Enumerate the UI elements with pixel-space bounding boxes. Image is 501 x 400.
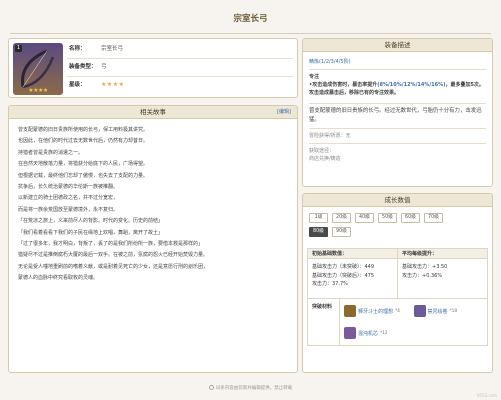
stat-line: 攻击力：37.7% [312,281,348,287]
stats-title: 成长数值 [384,196,411,204]
stats-table: 初始基础数值： 平均每级提升： 基础攻击力（未突破）：449 基础攻击力（突破后… [307,248,488,346]
material-count: *12 [380,330,388,336]
materials-grid: 狮牙斗士的理想 *4 禁咒绘卷 *18 混沌机芯 *12 [340,299,487,345]
description-body: 精炼(1/2/3/4/5阶) 专注 •攻击造成伤害时，暴击率提升(8%/10%/… [303,52,492,167]
level-selector: 1级 20级 40级 50级 60级 70级 80级 90级 [303,207,492,237]
page-title: 宗室长弓 [233,14,268,24]
material-count: *4 [395,308,400,314]
story-header: 相关故事 [编辑] [9,106,297,119]
stat-line: 基础攻击力：+3.50 [402,264,448,270]
page-header: 宗室长弓 [0,0,501,34]
effect-pre: •攻击造成伤害时，暴击率提升 [309,82,378,88]
type-value: 弓 [101,64,107,70]
base-stats-col: 基础攻击力（未突破）：449 基础攻击力（突破后）：475 攻击力：37.7% [308,259,397,298]
watermark: 9553.com [477,393,497,398]
type-label: 装备类型： [69,64,97,70]
scroll-icon [413,305,426,317]
material-name: 禁咒绘卷 [427,308,448,315]
chaos-core-icon [344,327,356,339]
rarity-value: ★★★★ [101,81,125,88]
materials-row: 突破材料 狮牙斗士的理想 *4 禁咒绘卷 *18 混沌机芯 *12 [308,299,487,345]
story-line: 无论是受人唾地重刷前的嗜着义献，或是耐着见死亡的少女，还是意愿行刑的刽乐团， [18,263,209,270]
header-divider [10,33,491,34]
rarity-label: 星级： [69,82,86,88]
stat-line: 基础攻击力（突破后）：475 [312,272,375,279]
level-button-1[interactable]: 1级 [309,213,328,223]
material-item[interactable]: 禁咒绘卷 *18 [413,303,484,319]
level-button-40[interactable]: 40级 [355,213,374,223]
stats-table-header: 初始基础数值： 平均每级提升： [308,249,487,259]
divider [309,103,486,104]
description-header: 装备描述 [303,39,492,52]
level-badge: 1 [15,45,22,52]
lion-fang-icon [344,305,356,317]
material-item[interactable]: 狮牙斗士的理想 *4 [344,303,414,319]
story-line: 但根据记载，最终他们忘却了傲慢，也失去了支配的力量。 [18,172,149,179]
material-name: 狮牙斗士的理想 [358,308,394,315]
level-button-80[interactable]: 80级 [309,227,328,237]
stats-table-body: 基础攻击力（未突破）：449 基础攻击力（突破后）：475 攻击力：37.7% … [308,259,487,299]
material-count: *18 [449,308,458,314]
divider [309,128,486,129]
story-panel: 相关故事 [编辑] 曾支配蒙德的旧日贵族所使用的长弓，保工用料极其讲究。 也因此… [8,105,298,373]
material-name: 混沌机芯 [358,330,379,337]
story-line: 「在荒凉之旅上，义来前尽人的背影。时代的变化。历史的前结」 [18,218,164,225]
level-button-20[interactable]: 20级 [332,213,351,223]
materials-label: 突破材料 [308,299,340,345]
description-title: 装备描述 [384,41,411,49]
divider [309,143,486,144]
per-level-col: 基础攻击力：+3.50 攻击力：+0.36% [397,259,487,298]
source-value: 商店兑换/铸造 [309,156,341,162]
story-line: 在自然天地散落力量，将猎获分给底下的人民，广场得望。 [18,161,149,168]
story-line: 「过了很多年，我才明白，背叛了，丢了的是我们所纷所一族，要借本救是那样的」 [18,241,204,248]
per-level-heading: 平均每级提升： [397,249,487,258]
level-row: 80级 90级 [309,227,486,237]
footer: 词条内容由玩家共编辑提供，禁止转载 [0,385,501,391]
stat-line: 基础攻击力（未突破）：449 [312,264,375,270]
refine-levels: 精炼(1/2/3/4/5阶) [309,59,351,65]
rarity-stars: ★★★★ [28,87,48,94]
effect-values: (8%/10%/12%/14%/16%) [377,82,446,88]
edit-link[interactable]: [编辑] [277,106,291,119]
effect-name: 专注 [309,74,320,80]
stat-line: 攻击力：+0.36% [402,272,443,279]
info-row-rarity: 星级： ★★★★ [69,77,125,93]
info-row-type: 装备类型： 弓 [69,59,107,75]
effect-text: •攻击造成伤害时，暴击率提升(8%/10%/12%/14%/16%)，最多叠加5… [309,81,486,97]
level-button-70[interactable]: 70级 [424,213,443,223]
level-row: 1级 20级 40级 50级 60级 70级 [309,213,486,223]
story-title: 相关故事 [140,108,166,116]
level-button-60[interactable]: 60级 [401,213,420,223]
name-label: 名称： [69,46,86,52]
story-line: 抗争后，长久统治蒙德的华伦斯一族被推翻。 [18,184,119,191]
level-button-50[interactable]: 50级 [378,213,397,223]
story-line: 也因此，在他们的时代过去无数世代后，仍然有力却昔日。 [18,138,149,145]
source-label: 获取途径： [309,148,335,154]
story-line: 蒙德人的血脉中终究看取枚的灵魂。 [18,275,99,282]
story-line: 以新建立的骑士团德政之名，并不过分宽宏， [18,195,119,202]
weapon-card: 1 ★★★★ 名称： 宗室长弓 装备类型： 弓 星级： ★★★★ [8,38,298,98]
level-button-90[interactable]: 90级 [332,227,351,237]
description-panel: 装备描述 精炼(1/2/3/4/5阶) 专注 •攻击造成伤害时，暴击率提升(8%… [302,38,493,187]
material-item[interactable]: 混沌机芯 *12 [344,325,414,341]
flavor-text: 曾支配蒙德的旧日贵族的长弓。经过无数世代，弓胎仍十分有力，击发迅猛。 [309,108,482,123]
info-row-name: 名称： 宗室长弓 [69,41,123,57]
stats-header: 成长数值 [303,194,492,207]
story-text: 曾支配蒙德的旧日贵族所使用的长弓，保工用料极其讲究。 也因此，在他们的时代过去无… [9,119,297,291]
story-line: 曾支配蒙德的旧日贵族所使用的长弓，保工用料极其讲究。 [18,127,149,133]
base-stats-heading: 初始基础数值： [312,251,348,257]
obtain-text: 冒险获得/祈愿：无 [309,133,351,139]
info-icon [208,385,214,390]
story-line: 而是将一族余荒国放至蒙德境外，永不复归。 [18,206,119,213]
story-line: 「我们看着看看下我们的子民在缘地上欢唱，舞蹈，离开了故土」 [18,229,164,236]
story-line: 猎疑尽不过是推倒腐朽大厦的最后一双手。在被之前，氛腐的怨火已经开始焚毁力量。 [18,252,209,259]
weapon-image: 1 ★★★★ [13,43,63,95]
divider [309,69,486,70]
story-line: 持猎者曾是贵族的消遣之一。 [18,149,84,156]
stats-panel: 成长数值 1级 20级 40级 50级 60级 70级 80级 90级 初始基础… [302,193,493,373]
name-value: 宗室长弓 [101,46,124,52]
footer-text: 词条内容由玩家共编辑提供，禁止转载 [215,386,293,391]
